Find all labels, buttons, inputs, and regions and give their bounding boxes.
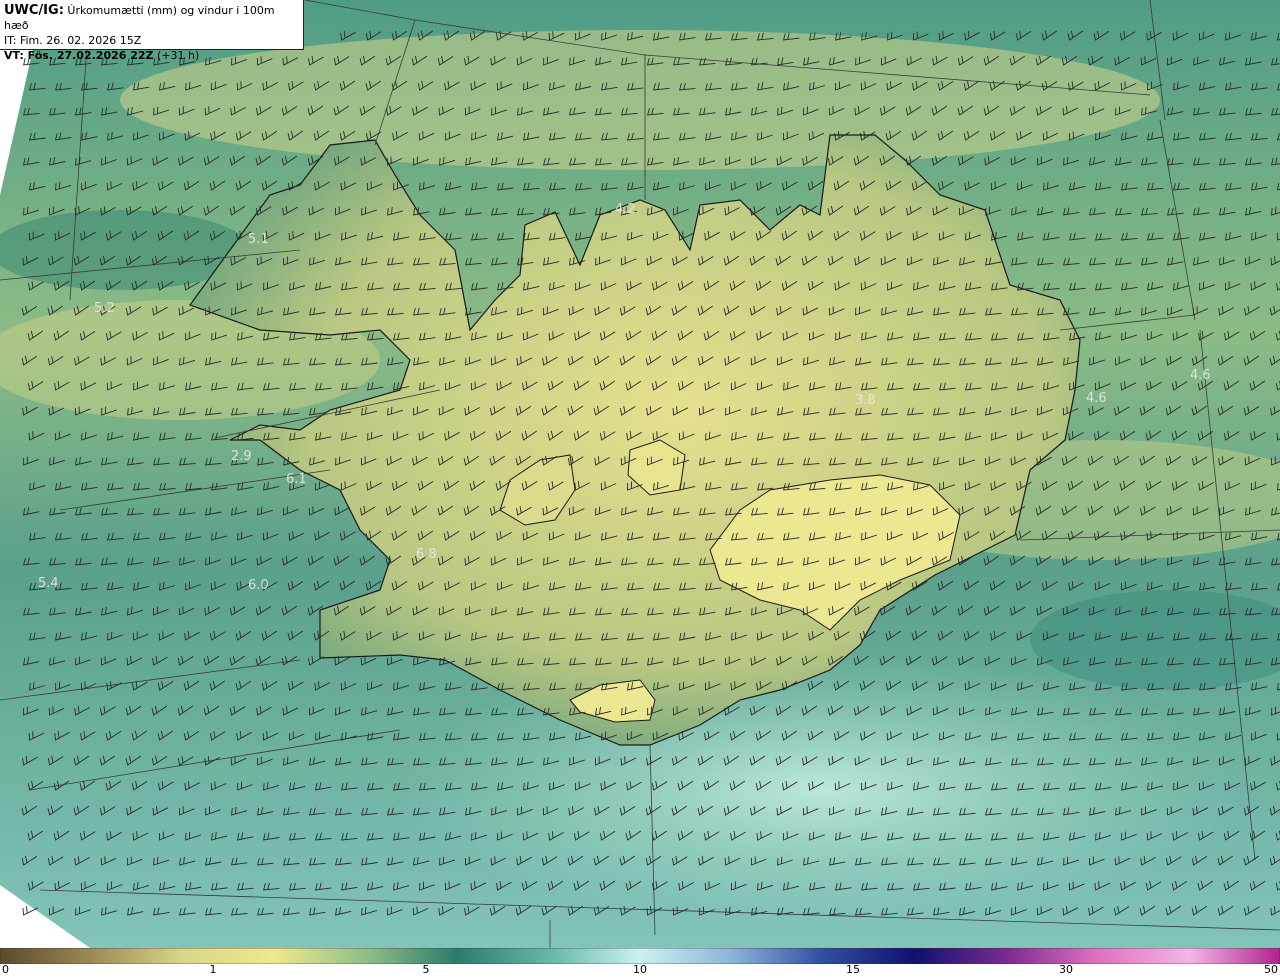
colorbar-tick: 5: [422, 963, 430, 976]
colorbar-tick: 10: [633, 963, 647, 976]
precipitable-water-map: 5.1 5.2 4.2 3.8 4.6 4.6 2.9 6.1 6.8 5.4 …: [0, 0, 1280, 948]
lead-time: (+31 h): [157, 49, 200, 62]
valid-time: VT: Fös. 27.02.2026 22Z: [4, 49, 154, 62]
colorbar-tick: 30: [1059, 963, 1073, 976]
map-label: 2.9: [231, 449, 252, 464]
title-box: UWC/IG: Úrkomumætti (mm) og vindur i 100…: [0, 0, 304, 62]
map-label: 4.6: [1086, 391, 1107, 406]
map-label: 4.2: [615, 202, 636, 217]
map-label: 6.0: [248, 578, 269, 593]
model-name: UWC/IG:: [4, 3, 64, 18]
colorbar-tick: 15: [846, 963, 860, 976]
map-label: 5.1: [248, 232, 269, 247]
map-label: 5.2: [94, 301, 115, 316]
map-label: 6.8: [416, 547, 437, 562]
colorbar-tick: 50: [1264, 963, 1278, 976]
colorbar-tick: 0: [2, 963, 9, 976]
map-label: 3.8: [855, 393, 876, 408]
init-time: IT: Fim. 26. 02. 2026 15Z: [4, 34, 142, 47]
map-label: 4.6: [1190, 368, 1211, 383]
map-label: 5.4: [38, 576, 59, 591]
colorbar-tick: 1: [209, 963, 217, 976]
map-label: 6.1: [286, 472, 307, 487]
colorbar: [0, 948, 1280, 964]
